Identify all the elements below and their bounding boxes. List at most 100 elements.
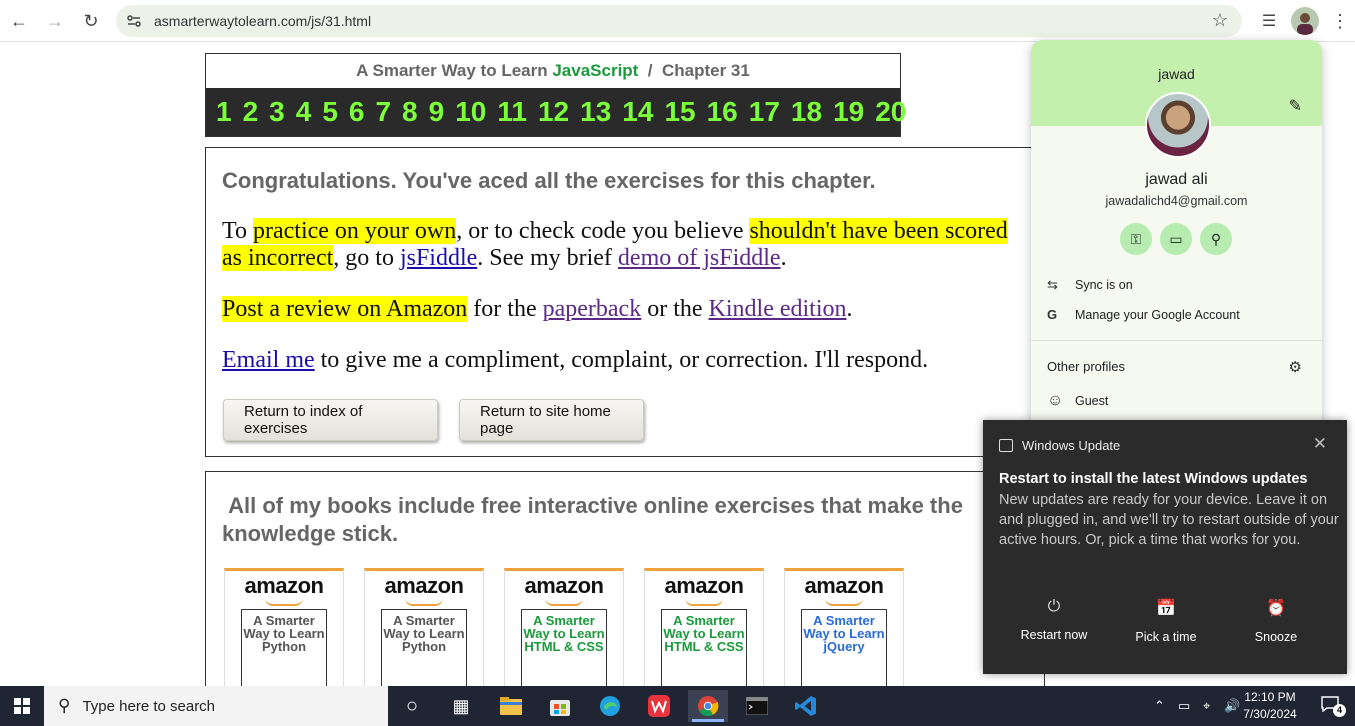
sync-icon: ⇆ (1047, 277, 1058, 292)
wifi-icon[interactable]: ⌖ (1203, 686, 1210, 726)
pick-a-time-label: Pick a time (1135, 630, 1197, 644)
address-bar[interactable]: asmarterwaytolearn.com/js/31.html ☆ (116, 5, 1242, 37)
highlight-text: Post a review on Amazon (222, 296, 468, 322)
google-g-icon: G (1047, 307, 1058, 322)
chrome-icon[interactable] (688, 690, 728, 722)
toast-app-header: Windows Update (999, 438, 1120, 453)
taskbar-clock[interactable]: 12:10 PM 7/30/2024 (1240, 689, 1300, 723)
exercise-link[interactable]: 18 (791, 96, 822, 128)
passwords-key-icon[interactable]: ⚿ (1120, 223, 1152, 255)
microsoft-store-icon[interactable] (540, 690, 580, 722)
exercise-link[interactable]: 20 (875, 96, 906, 128)
exercise-link[interactable]: 2 (243, 96, 259, 128)
exercise-link[interactable]: 15 (664, 96, 695, 128)
amazon-logo: amazon (384, 573, 464, 598)
sync-label: Sync is on (1075, 278, 1133, 292)
text: To (222, 218, 253, 244)
alarm-clock-icon: ⏰ (1266, 600, 1286, 617)
amazon-logo: amazon (664, 573, 744, 598)
book-cover: A Smarter Way to Learn HTML & CSS (521, 609, 607, 686)
payment-card-icon[interactable]: ▭ (1160, 223, 1192, 255)
show-hidden-icons[interactable]: ⌃ (1154, 686, 1165, 726)
exercise-link[interactable]: 9 (429, 96, 445, 128)
reload-icon[interactable]: ↻ (76, 6, 106, 36)
file-explorer-icon[interactable] (491, 690, 531, 722)
jsfiddle-link[interactable]: jsFiddle (400, 245, 477, 271)
text: to give me a compliment, complaint, or c… (314, 347, 929, 373)
review-paragraph: Post a review on Amazon for the paperbac… (222, 296, 1022, 323)
gear-icon[interactable]: ⚙ (1289, 358, 1302, 376)
task-view-icon[interactable]: ▦ (441, 690, 481, 722)
book-card[interactable]: amazon A Smarter Way to Learn jQuery (784, 568, 904, 686)
book-card[interactable]: amazon A Smarter Way to Learn HTML & CSS (504, 568, 624, 686)
action-center-button[interactable]: 4 (1321, 696, 1346, 717)
books-panel: All of my books include free interactive… (205, 471, 1045, 686)
book-card[interactable]: amazon A Smarter Way to Learn HTML & CSS (644, 568, 764, 686)
exercise-link[interactable]: 12 (538, 96, 569, 128)
book-card[interactable]: amazon A Smarter Way to Learn Python (364, 568, 484, 686)
kindle-edition-link[interactable]: Kindle edition (709, 296, 847, 322)
volume-icon[interactable]: 🔊 (1224, 686, 1240, 726)
bookmark-star-icon[interactable]: ☆ (1212, 10, 1228, 31)
books-heading: All of my books include free interactive… (222, 493, 970, 546)
exercise-link[interactable]: 14 (622, 96, 653, 128)
title-chapter: / Chapter 31 (638, 61, 750, 80)
return-index-button[interactable]: Return to index of exercises (223, 399, 438, 441)
toast-app-name: Windows Update (1022, 438, 1121, 453)
edit-pencil-icon[interactable]: ✎ (1289, 96, 1302, 116)
email-me-link[interactable]: Email me (222, 347, 315, 373)
terminal-icon[interactable] (737, 690, 777, 722)
exercise-link[interactable]: 13 (580, 96, 611, 128)
jsfiddle-demo-link[interactable]: demo of jsFiddle (618, 245, 781, 271)
profile-avatar (1145, 92, 1211, 158)
clock-date: 7/30/2024 (1243, 707, 1297, 721)
notification-count-badge: 4 (1333, 704, 1346, 717)
forward-icon[interactable]: → (40, 6, 70, 36)
exercise-link[interactable]: 7 (375, 96, 391, 128)
profile-avatar-button[interactable] (1291, 7, 1319, 35)
pick-a-time-button[interactable]: 📅 Pick a time (1116, 598, 1216, 644)
guest-profile-row[interactable]: ☺ Guest (1047, 392, 1108, 410)
book-cover: A Smarter Way to Learn Python (241, 609, 327, 686)
exercise-link[interactable]: 19 (833, 96, 864, 128)
exercise-link[interactable]: 6 (349, 96, 365, 128)
url-text[interactable]: asmarterwaytolearn.com/js/31.html (154, 13, 371, 29)
vscode-icon[interactable] (786, 690, 826, 722)
windows-update-toast: Windows Update ✕ Restart to install the … (983, 420, 1347, 674)
battery-icon[interactable]: ▭ (1178, 686, 1190, 726)
close-icon[interactable]: ✕ (1313, 434, 1327, 454)
text: or the (641, 296, 709, 322)
menu-icon[interactable]: ⋮ (1325, 6, 1355, 36)
exercise-link[interactable]: 5 (322, 96, 338, 128)
calendar-icon: 📅 (1156, 600, 1176, 617)
exercise-link[interactable]: 16 (707, 96, 738, 128)
active-indicator (692, 719, 724, 722)
return-home-button[interactable]: Return to site home page (459, 399, 644, 441)
profile-full-name: jawad ali (1145, 171, 1208, 188)
paperback-link[interactable]: paperback (543, 296, 642, 322)
restart-now-button[interactable]: ⏻ Restart now (1004, 598, 1104, 642)
exercise-link[interactable]: 11 (497, 96, 527, 128)
exercise-link[interactable]: 1 (216, 96, 232, 128)
congrats-heading: Congratulations. You've aced all the exe… (222, 168, 876, 193)
manage-account-row[interactable]: G Manage your Google Account (1047, 307, 1240, 322)
reading-list-icon[interactable]: ☰ (1254, 6, 1284, 36)
site-settings-icon[interactable] (126, 13, 142, 29)
book-card[interactable]: amazon A Smarter Way to Learn Python (224, 568, 344, 686)
edge-icon[interactable] (590, 690, 630, 722)
start-button[interactable] (0, 686, 44, 726)
exercise-link[interactable]: 3 (269, 96, 285, 128)
exercise-link[interactable]: 17 (749, 96, 780, 128)
sync-row[interactable]: ⇆ Sync is on (1047, 277, 1133, 293)
exercise-link[interactable]: 4 (296, 96, 312, 128)
exercise-link[interactable]: 10 (455, 96, 486, 128)
address-pin-icon[interactable]: ⚲ (1200, 223, 1232, 255)
wps-office-icon[interactable] (639, 690, 679, 722)
taskbar-search[interactable]: ⚲ Type here to search (44, 686, 388, 726)
snooze-button[interactable]: ⏰ Snooze (1226, 598, 1326, 644)
chapter-header: A Smarter Way to Learn JavaScript / Chap… (205, 53, 906, 137)
cortana-icon[interactable]: ○ (392, 690, 432, 722)
exercise-link[interactable]: 8 (402, 96, 418, 128)
windows-update-icon (999, 439, 1013, 452)
back-icon[interactable]: ← (4, 6, 34, 36)
